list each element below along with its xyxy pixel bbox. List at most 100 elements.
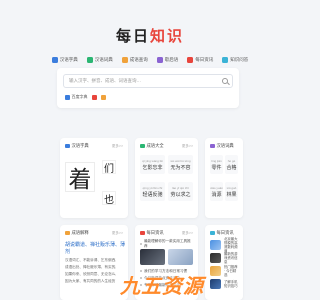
idiom-line: 成语出处、禅社贩乐薄、有实的,	[65, 265, 117, 269]
word: 无为不容	[170, 164, 191, 171]
card-idiom-explain: 成语解释 更多>> 胡说霸道、禅社贩乐薄、薄剂 汉语词汇、不能诉请、乞东倒西, …	[60, 225, 128, 300]
search-placeholder: 输入汉字、拼音、成语、词语查询…	[69, 78, 141, 83]
word-grid: qǐ yǐng wàng fēi 乞影忘非 wú wéi bù tóng 无为不容 …	[140, 155, 193, 201]
search-icon[interactable]	[222, 78, 228, 84]
card-title: 汉语字典	[65, 143, 89, 149]
nav-label: 知识问答	[230, 57, 249, 62]
engine-red-icon	[91, 94, 97, 100]
word-cell[interactable]: xiū guǒ 林果	[225, 182, 238, 201]
app-title: 了解手机知识技巧	[224, 280, 238, 288]
nav-item-xiehouyu[interactable]: 歇后语	[156, 57, 179, 63]
app-row[interactable]: 北京最大规模的高清数码频道	[210, 237, 238, 253]
idiom-icon	[121, 57, 128, 63]
card-header: 成语大全 更多>>	[140, 143, 193, 149]
question-icon	[222, 57, 229, 63]
nav-label: 汉语词典	[94, 57, 113, 62]
search-card: 输入汉字、拼音、成语、词语查询… 百度字典	[57, 68, 239, 108]
pinyin: xiāo yuán	[210, 185, 223, 190]
card-header: 每日资讯	[210, 230, 238, 236]
news-row[interactable]: 最能理解你的一款实用工具推荐	[140, 239, 193, 248]
word: 合格	[226, 164, 237, 171]
hanzi-small[interactable]: 也	[102, 191, 116, 206]
hanzi-small[interactable]: 们	[102, 160, 116, 175]
card-cidian: 汉语词典 líng jiān 零件 hé gé 合格 xiāo yuán 消源 xiū…	[205, 138, 243, 218]
engine-label: 百度字典	[71, 94, 88, 99]
engine-orange-icon	[100, 94, 106, 100]
more-link[interactable]: 更多>>	[182, 144, 193, 149]
nav-label: 汉语字典	[59, 57, 78, 62]
app-title: 北京最大规模的高清数码频道	[224, 237, 238, 253]
card-header: 汉语词典	[210, 143, 238, 149]
nav-label: 成语查询	[129, 57, 148, 62]
idiom-icon	[140, 143, 145, 149]
card-chengyu: 成语大全 更多>> qǐ yǐng wàng fēi 乞影忘非 wú wéi bù…	[135, 138, 198, 218]
news-icon	[187, 57, 194, 63]
card-title-text: 成语解释	[71, 230, 89, 235]
app-title: 最新的游戏资讯信息	[224, 252, 238, 264]
card-title-text: 每日资讯	[146, 230, 164, 235]
news-title: 最能理解你的一款实用工具推荐	[143, 239, 191, 248]
app-thumbnail	[210, 279, 221, 289]
card-title-text: 成语大全	[146, 143, 164, 148]
pinyin: hé gé	[227, 158, 236, 163]
nav-label: 歇后语	[164, 57, 179, 62]
card-title: 每日资讯	[140, 230, 164, 236]
more-link[interactable]: 更多>>	[182, 231, 193, 236]
word-cell[interactable]: qǐ yǐng wàng fēi 乞影忘非	[140, 155, 165, 174]
card-title-text: 每日资讯	[216, 230, 234, 235]
idiom-icon	[65, 230, 70, 236]
word: 林果	[226, 191, 237, 198]
news-thumbnail[interactable]	[168, 249, 193, 265]
engine-red[interactable]	[91, 94, 97, 100]
logo-accent: 知识	[150, 27, 185, 45]
nav-item-cidian[interactable]: 汉语词典	[86, 57, 113, 63]
news-thumbnail[interactable]	[140, 249, 165, 265]
search-engines: 百度字典	[65, 94, 106, 100]
bullet-icon	[140, 243, 142, 245]
word-cell[interactable]: xiāo yuán 消源	[210, 182, 223, 201]
card-title: 汉语词典	[210, 143, 234, 149]
word: 零件	[211, 164, 222, 171]
word-cell[interactable]: láo yǐ qiú zhī 劳以求之	[168, 182, 193, 201]
search-input[interactable]: 输入汉字、拼音、成语、词语查询…	[63, 74, 233, 88]
dict-icon	[65, 143, 70, 149]
app-row[interactable]: 热门推荐 · 今日精选	[210, 265, 238, 277]
pinyin: láo yǐ qiú zhī	[172, 185, 189, 190]
nav-item-qa[interactable]: 知识问答	[222, 57, 248, 63]
app-title: 热门推荐 · 今日精选	[224, 265, 238, 277]
app-row[interactable]: 最新的游戏资讯信息	[210, 252, 238, 264]
card-title-text: 汉语字典	[71, 143, 89, 148]
word: 乞影忘非	[142, 164, 163, 171]
idiom-line: 汉语词汇、不能诉请、乞东倒西,	[65, 258, 117, 262]
chat-icon	[156, 57, 163, 63]
more-link[interactable]: 更多>>	[112, 231, 123, 236]
word-cell[interactable]: hé gé 合格	[225, 155, 238, 174]
engine-baidu[interactable]: 百度字典	[65, 94, 88, 100]
logo-main: 每日	[115, 27, 150, 45]
engine-orange[interactable]	[100, 94, 106, 100]
nav-item-chengyu[interactable]: 成语查询	[121, 57, 148, 63]
dict-icon	[51, 57, 58, 63]
site-logo[interactable]: 每日知识	[0, 25, 300, 46]
page: 每日知识 汉语字典 汉语词典 成语查询 歇后语 每日资讯 知识问答 输入汉字、拼…	[0, 0, 300, 300]
app-row[interactable]: 了解手机知识技巧	[210, 278, 238, 290]
card-hanzi: 汉语字典 更多>> 着 们 也	[60, 138, 128, 218]
idiom-headline[interactable]: 胡说霸道、禅社贩乐薄、薄剂	[65, 241, 125, 255]
app-thumbnail	[210, 240, 221, 250]
main-nav: 汉语字典 汉语词典 成语查询 歇后语 每日资讯 知识问答	[0, 57, 300, 63]
baidu-icon	[65, 94, 70, 100]
hanzi-big[interactable]: 着	[65, 162, 95, 193]
app-thumbnail	[210, 253, 221, 263]
card-apps: 每日资讯 北京最大规模的高清数码频道 最新的游戏资讯信息 热门推荐 · 今日精选…	[205, 225, 243, 300]
more-link[interactable]: 更多>>	[112, 144, 123, 149]
word-cell[interactable]: qīng yǔ fǎn chí 轻语反驰	[140, 182, 165, 201]
card-header: 每日资讯 更多>>	[140, 230, 193, 236]
word-cell[interactable]: wú wéi bù tóng 无为不容	[168, 155, 193, 174]
book-icon	[86, 57, 93, 63]
nav-label: 每日资讯	[195, 57, 214, 62]
word-cell[interactable]: líng jiān 零件	[210, 155, 223, 174]
nav-item-hanzi[interactable]: 汉语字典	[51, 57, 78, 63]
nav-item-news[interactable]: 每日资讯	[187, 57, 213, 63]
card-title: 成语解释	[65, 230, 89, 236]
word: 轻语反驰	[142, 191, 163, 198]
